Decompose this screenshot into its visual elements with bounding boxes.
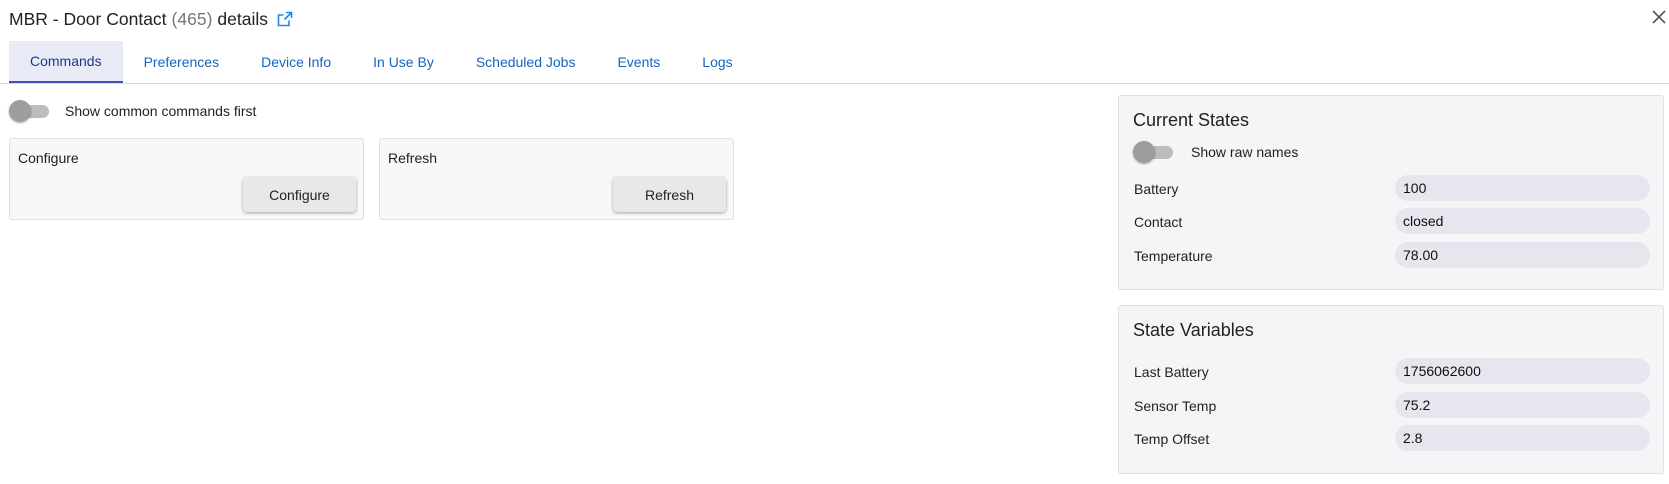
current-states-panel: Current States Show raw names Battery 10… (1118, 95, 1664, 290)
tabs-divider (0, 83, 1669, 84)
refresh-button[interactable]: Refresh (613, 177, 726, 212)
state-label-battery: Battery (1134, 181, 1179, 197)
raw-names-toggle[interactable] (1133, 141, 1173, 163)
common-commands-toggle[interactable] (9, 100, 49, 122)
command-title: Configure (18, 150, 79, 166)
configure-button[interactable]: Configure (243, 177, 356, 212)
tab-in-use-by[interactable]: In Use By (352, 41, 455, 83)
variable-label-last-battery: Last Battery (1134, 364, 1209, 380)
common-commands-label: Show common commands first (65, 103, 257, 119)
variable-value-temp-offset: 2.8 (1395, 425, 1650, 451)
state-variables-title: State Variables (1133, 320, 1254, 340)
tab-bar: Commands Preferences Device Info In Use … (9, 41, 754, 83)
command-title: Refresh (388, 150, 438, 166)
tab-events[interactable]: Events (596, 41, 681, 83)
tab-preferences[interactable]: Preferences (123, 41, 240, 83)
raw-names-label: Show raw names (1191, 144, 1299, 160)
external-link-icon[interactable] (277, 11, 293, 27)
command-card-configure: Configure Configure (9, 138, 364, 220)
variable-label-sensor-temp: Sensor Temp (1134, 398, 1217, 414)
device-id: (465) (171, 8, 213, 29)
state-label-temperature: Temperature (1134, 248, 1213, 264)
close-icon[interactable] (1649, 7, 1669, 27)
variable-label-temp-offset: Temp Offset (1134, 431, 1210, 447)
command-card-refresh: Refresh Refresh (379, 138, 734, 220)
tab-scheduled-jobs[interactable]: Scheduled Jobs (455, 41, 597, 83)
dialog-title: MBR - Door Contact (465) details (9, 6, 293, 32)
state-value-contact: closed (1395, 208, 1650, 234)
state-value-battery: 100 (1395, 175, 1650, 201)
variable-value-sensor-temp: 75.2 (1395, 392, 1650, 418)
tab-logs[interactable]: Logs (681, 41, 753, 83)
current-states-title: Current States (1133, 110, 1250, 130)
tab-device-info[interactable]: Device Info (240, 41, 352, 83)
state-variables-panel: State Variables Last Battery 1756062600 … (1118, 305, 1664, 474)
title-suffix: details (217, 8, 268, 29)
toggle-knob (9, 100, 31, 122)
state-value-temperature: 78.00 (1395, 242, 1650, 268)
device-name: MBR - Door Contact (9, 8, 167, 29)
state-label-contact: Contact (1134, 214, 1183, 230)
tab-commands[interactable]: Commands (9, 41, 123, 83)
variable-value-last-battery: 1756062600 (1395, 358, 1650, 384)
toggle-knob (1133, 141, 1155, 163)
